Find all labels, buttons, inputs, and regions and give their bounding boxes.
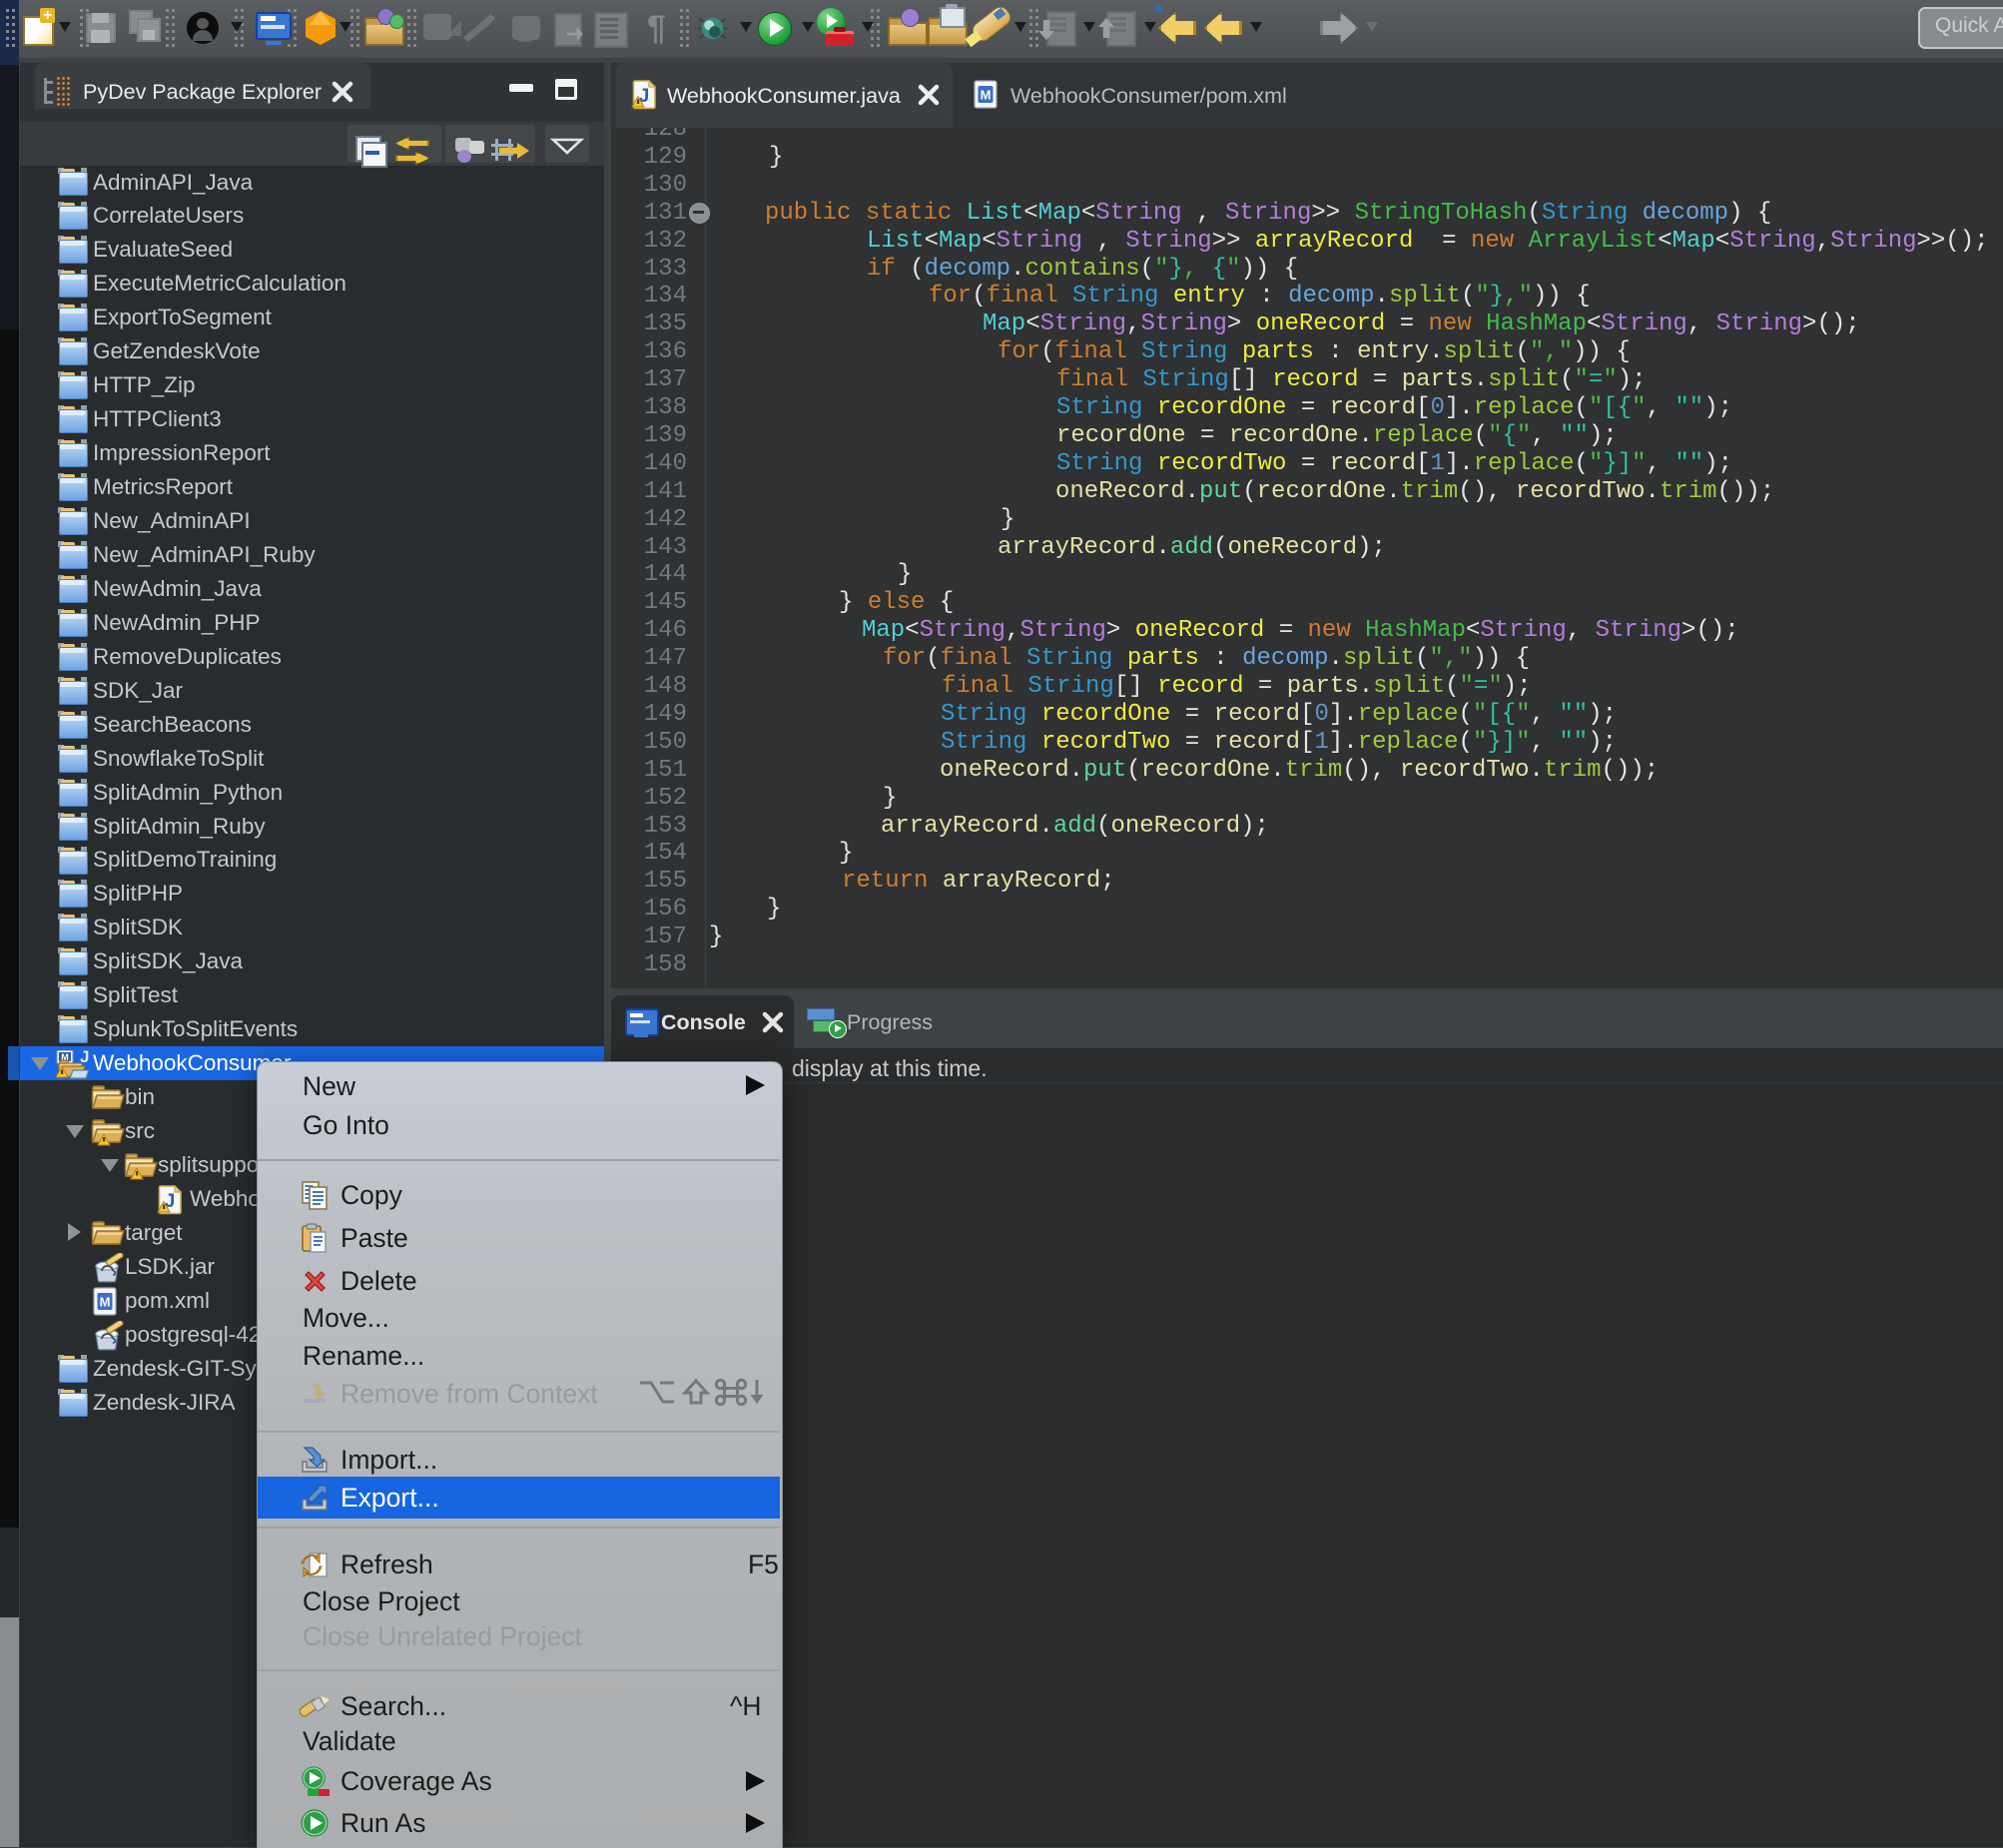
svg-text:M: M: [981, 88, 992, 103]
svg-text:M: M: [100, 1295, 111, 1310]
